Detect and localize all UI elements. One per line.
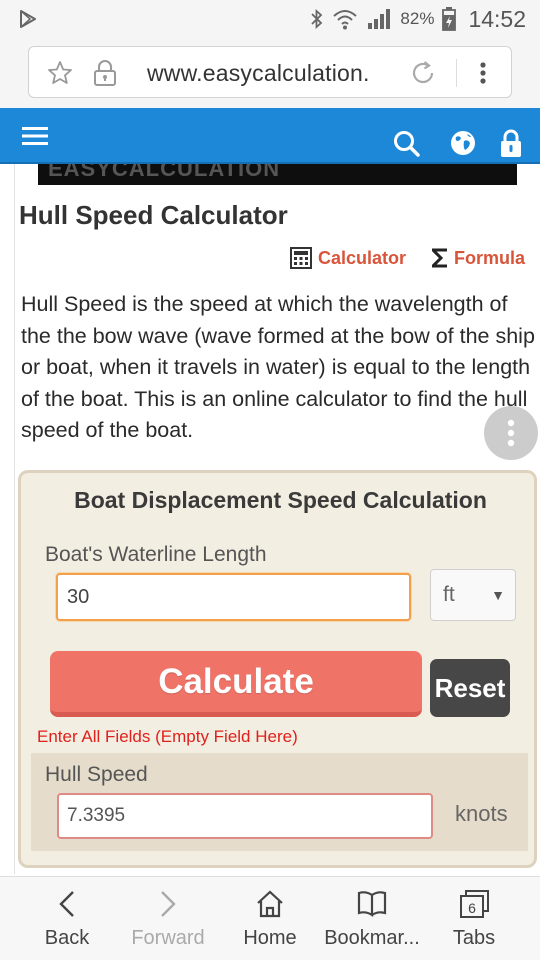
forward-arrow-icon — [161, 891, 176, 917]
banner-logo-text: EASYCALCULATION — [48, 164, 281, 181]
sigma-icon — [432, 248, 447, 268]
result-section: Hull Speed 7.3395 knots — [31, 753, 528, 851]
tab-formula[interactable]: Formula — [432, 244, 525, 272]
play-store-icon — [20, 10, 36, 28]
wifi-icon — [333, 10, 358, 30]
nav-home-label: Home — [243, 927, 297, 949]
reset-button[interactable]: Reset — [430, 659, 510, 717]
nav-tabs[interactable]: 6 Tabs — [442, 877, 506, 960]
bookmarks-book-icon — [357, 891, 387, 918]
reload-icon[interactable] — [409, 59, 437, 87]
nav-forward-label: Forward — [131, 927, 205, 949]
battery-charging-icon — [442, 7, 457, 31]
hull-speed-output[interactable]: 7.3395 — [57, 793, 433, 839]
back-arrow-icon — [59, 891, 74, 917]
address-bar[interactable]: www.easycalculation. — [28, 46, 512, 98]
battery-percent: 82% — [400, 9, 435, 28]
login-lock-icon[interactable] — [500, 128, 522, 158]
waterline-length-input[interactable] — [56, 573, 411, 621]
nav-bookmarks[interactable]: Bookmar... — [322, 877, 422, 960]
calculator-panel: Boat Displacement Speed Calculation Boat… — [18, 470, 537, 868]
browser-bottom-nav: Back Forward Home Bookmar... 6 Tabs — [0, 876, 540, 960]
unit-select-value: ft — [443, 583, 455, 606]
calculator-heading: Boat Displacement Speed Calculation — [74, 487, 487, 513]
nav-bookmarks-label: Bookmar... — [324, 927, 420, 949]
more-vertical-icon — [507, 419, 515, 447]
tab-count: 6 — [468, 900, 476, 916]
calculate-button[interactable]: Calculate — [50, 651, 422, 717]
nav-back[interactable]: Back — [34, 877, 100, 960]
tab-calculator-label: Calculator — [318, 247, 407, 268]
tabs-icon: 6 — [460, 890, 489, 918]
dropdown-caret-icon: ▼ — [491, 587, 505, 603]
browser-toolbar: www.easycalculation. — [0, 38, 540, 108]
browser-menu-icon[interactable] — [475, 59, 491, 87]
bluetooth-icon — [311, 8, 323, 30]
secure-lock-icon[interactable] — [93, 59, 117, 87]
status-bar: 82% 14:52 — [0, 0, 540, 38]
home-icon — [257, 890, 283, 918]
nav-back-label: Back — [44, 927, 90, 949]
waterline-length-label: Boat's Waterline Length — [45, 543, 267, 566]
page-title: Hull Speed Calculator — [19, 200, 288, 230]
floating-more-button[interactable] — [484, 406, 538, 460]
calculator-icon — [290, 247, 312, 269]
nav-forward[interactable]: Forward — [126, 877, 210, 960]
hull-speed-label: Hull Speed — [45, 763, 148, 786]
search-icon[interactable] — [393, 130, 421, 158]
description-text: Hull Speed is the speed at which the wav… — [21, 292, 535, 442]
nav-home[interactable]: Home — [238, 877, 302, 960]
tab-calculator[interactable]: Calculator — [290, 244, 406, 272]
clock: 14:52 — [468, 5, 526, 32]
globe-icon[interactable] — [449, 129, 477, 157]
hull-speed-unit: knots — [455, 801, 508, 826]
tab-formula-label: Formula — [454, 247, 526, 268]
menu-icon[interactable] — [22, 126, 48, 146]
nav-tabs-label: Tabs — [452, 927, 496, 949]
page-border — [14, 164, 15, 874]
unit-select[interactable]: ft ▼ — [430, 569, 516, 621]
site-header — [0, 108, 540, 164]
url-text[interactable]: www.easycalculation. — [147, 60, 370, 87]
signal-icon — [368, 9, 391, 29]
bookmark-star-icon[interactable] — [47, 60, 73, 86]
error-message: Enter All Fields (Empty Field Here) — [37, 727, 298, 746]
site-banner: EASYCALCULATION — [38, 164, 517, 185]
divider — [456, 59, 457, 87]
